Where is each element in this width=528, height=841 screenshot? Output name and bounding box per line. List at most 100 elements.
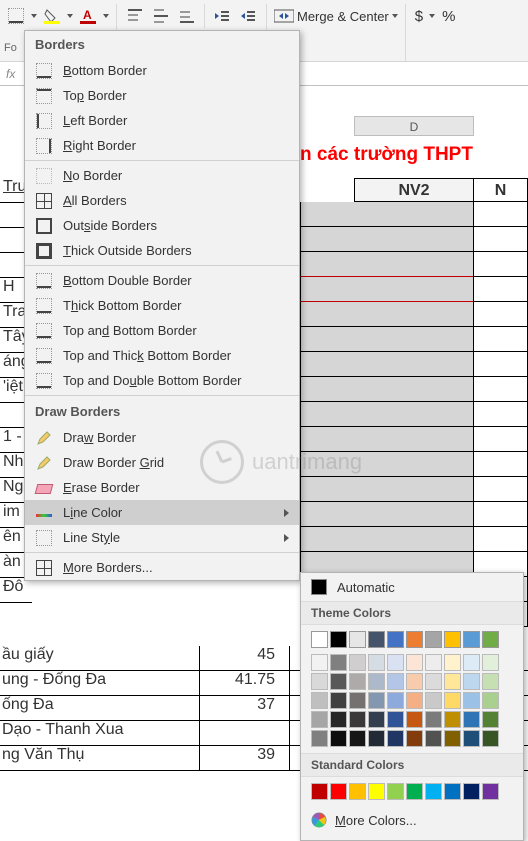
menu-item-top-border[interactable]: Top Border	[25, 83, 299, 108]
automatic-color[interactable]: Automatic	[301, 573, 523, 601]
color-swatch[interactable]	[425, 654, 442, 671]
color-swatch[interactable]	[311, 783, 328, 800]
color-swatch[interactable]	[349, 783, 366, 800]
color-swatch[interactable]	[482, 730, 499, 747]
color-swatch[interactable]	[482, 692, 499, 709]
color-swatch[interactable]	[330, 631, 347, 648]
percent-button[interactable]: %	[438, 8, 459, 25]
color-swatch[interactable]	[444, 711, 461, 728]
color-swatch[interactable]	[368, 654, 385, 671]
cell[interactable]	[474, 202, 528, 227]
menu-item-right-border[interactable]: Right Border	[25, 133, 299, 158]
selected-column[interactable]	[300, 202, 474, 627]
color-swatch[interactable]	[311, 692, 328, 709]
selected-cell[interactable]	[300, 377, 473, 402]
color-swatch[interactable]	[444, 692, 461, 709]
color-swatch[interactable]	[387, 711, 404, 728]
color-swatch[interactable]	[425, 783, 442, 800]
menu-item-bottom-double-border[interactable]: Bottom Double Border	[25, 268, 299, 293]
color-swatch[interactable]	[425, 692, 442, 709]
color-swatch[interactable]	[349, 730, 366, 747]
selected-cell[interactable]	[300, 402, 473, 427]
cell[interactable]	[474, 227, 528, 252]
menu-item-bottom-border[interactable]: Bottom Border	[25, 58, 299, 83]
currency-dd[interactable]	[428, 4, 436, 28]
color-swatch[interactable]	[425, 711, 442, 728]
color-swatch[interactable]	[387, 631, 404, 648]
color-swatch[interactable]	[368, 692, 385, 709]
merge-icon[interactable]	[273, 4, 295, 28]
color-swatch[interactable]	[444, 654, 461, 671]
menu-item-line-style[interactable]: Line Style	[25, 525, 299, 550]
cell[interactable]	[474, 327, 528, 352]
cell[interactable]	[474, 527, 528, 552]
cell[interactable]	[474, 352, 528, 377]
color-swatch[interactable]	[368, 711, 385, 728]
cell[interactable]	[474, 402, 528, 427]
color-swatch[interactable]	[463, 730, 480, 747]
color-swatch[interactable]	[368, 783, 385, 800]
color-swatch[interactable]	[482, 711, 499, 728]
menu-item-draw-border[interactable]: Draw Border	[25, 425, 299, 450]
color-swatch[interactable]	[406, 631, 423, 648]
selected-cell[interactable]	[300, 302, 473, 327]
color-swatch[interactable]	[482, 783, 499, 800]
cell[interactable]	[474, 452, 528, 477]
color-swatch[interactable]	[463, 631, 480, 648]
adjacent-column[interactable]	[474, 202, 528, 627]
selected-cell[interactable]	[300, 477, 473, 502]
cell[interactable]	[474, 427, 528, 452]
color-swatch[interactable]	[463, 654, 480, 671]
color-swatch[interactable]	[425, 730, 442, 747]
color-swatch[interactable]	[387, 730, 404, 747]
color-swatch[interactable]	[349, 711, 366, 728]
cell[interactable]	[474, 377, 528, 402]
color-swatch[interactable]	[406, 654, 423, 671]
color-swatch[interactable]	[330, 711, 347, 728]
menu-item-draw-border-grid[interactable]: Draw Border Grid	[25, 450, 299, 475]
selected-cell[interactable]	[300, 252, 473, 277]
color-swatch[interactable]	[311, 711, 328, 728]
borders-dd[interactable]	[30, 4, 38, 28]
borders-button[interactable]	[4, 4, 28, 28]
selected-cell[interactable]	[300, 352, 473, 377]
menu-item-line-color[interactable]: Line Color	[25, 500, 299, 525]
color-swatch[interactable]	[330, 692, 347, 709]
color-swatch[interactable]	[482, 654, 499, 671]
color-swatch[interactable]	[406, 783, 423, 800]
color-swatch[interactable]	[387, 673, 404, 690]
fill-color-button[interactable]	[40, 4, 64, 28]
menu-item-thick-outside-borders[interactable]: Thick Outside Borders	[25, 238, 299, 263]
menu-item-top-and-bottom-border[interactable]: Top and Bottom Border	[25, 318, 299, 343]
increase-indent[interactable]	[236, 4, 260, 28]
menu-item-thick-bottom-border[interactable]: Thick Bottom Border	[25, 293, 299, 318]
color-swatch[interactable]	[330, 654, 347, 671]
menu-item-all-borders[interactable]: All Borders	[25, 188, 299, 213]
menu-item-top-and-double-bottom-border[interactable]: Top and Double Bottom Border	[25, 368, 299, 393]
merge-label[interactable]: Merge & Center	[297, 9, 389, 24]
color-swatch[interactable]	[311, 631, 328, 648]
currency-button[interactable]: $	[412, 8, 426, 25]
merge-dd[interactable]	[391, 4, 399, 28]
color-swatch[interactable]	[463, 783, 480, 800]
color-swatch[interactable]	[482, 673, 499, 690]
color-swatch[interactable]	[387, 692, 404, 709]
font-color-button[interactable]: A	[76, 4, 100, 28]
align-top[interactable]	[123, 4, 147, 28]
color-swatch[interactable]	[349, 692, 366, 709]
color-swatch[interactable]	[444, 783, 461, 800]
selected-cell[interactable]	[300, 202, 473, 227]
color-swatch[interactable]	[368, 730, 385, 747]
color-swatch[interactable]	[349, 654, 366, 671]
cell[interactable]	[474, 502, 528, 527]
align-bottom[interactable]	[175, 4, 199, 28]
color-swatch[interactable]	[368, 673, 385, 690]
menu-item-more-borders-[interactable]: More Borders...	[25, 555, 299, 580]
selected-cell[interactable]	[300, 277, 473, 302]
menu-item-no-border[interactable]: No Border	[25, 163, 299, 188]
color-swatch[interactable]	[330, 673, 347, 690]
cell[interactable]	[474, 252, 528, 277]
color-swatch[interactable]	[311, 654, 328, 671]
color-swatch[interactable]	[482, 631, 499, 648]
color-swatch[interactable]	[463, 711, 480, 728]
